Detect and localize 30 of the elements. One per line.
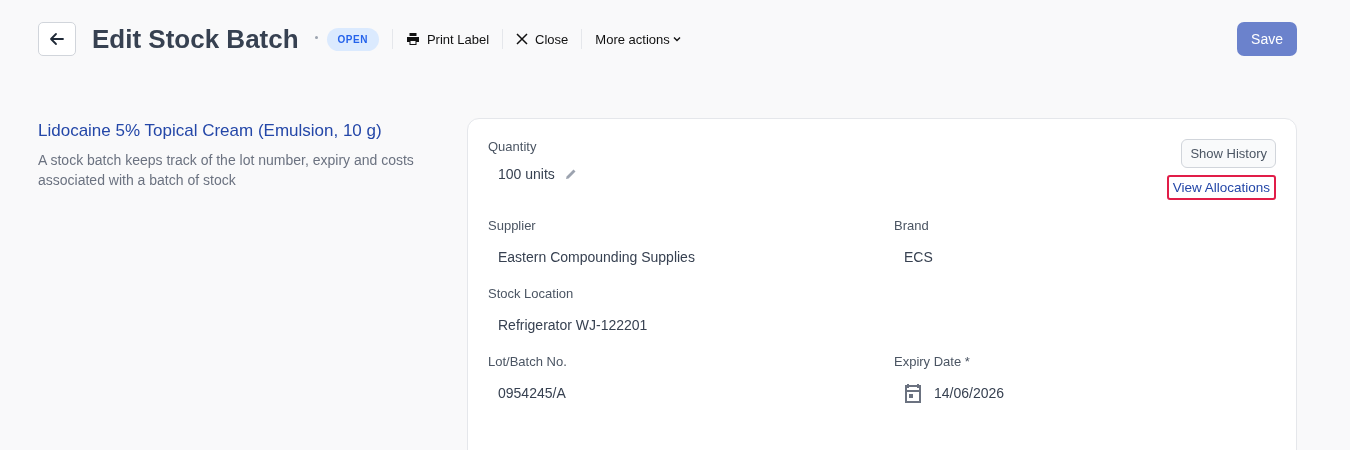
field-value: 14/06/2026 (934, 385, 1005, 401)
field-value: Eastern Compounding Supplies (498, 249, 695, 265)
product-name: Lidocaine 5% Topical Cream (Emulsion, 10 g) (38, 121, 383, 141)
status-badge: OPEN (326, 27, 379, 51)
field-label: Expiry Date * (894, 354, 971, 369)
view-allocations-link[interactable]: View Allocations (1166, 175, 1276, 200)
pencil-icon[interactable] (564, 168, 577, 180)
field-value: ECS (904, 249, 933, 265)
field-value: 0954245/A (498, 385, 566, 401)
chevron-down-icon (672, 36, 681, 42)
field-label: Brand (894, 218, 930, 233)
save-button[interactable]: Save (1237, 22, 1297, 56)
field-label: Stock Location (488, 286, 575, 301)
printer-icon (405, 32, 420, 46)
quantity-value: 100 units (498, 166, 555, 182)
page-title: Edit Stock Batch (92, 23, 299, 55)
field-label: Lot/Batch No. (488, 354, 568, 369)
calendar-icon[interactable] (904, 383, 922, 403)
field-value: Refrigerator WJ-122201 (498, 317, 648, 333)
back-arrow-icon (48, 30, 66, 48)
field-label: Supplier (488, 218, 537, 233)
show-history-button[interactable]: Show History (1181, 139, 1276, 168)
close-icon (516, 33, 529, 45)
description: A stock batch keeps track of the lot number, expiry and costs associated with a batch of stock (38, 151, 415, 190)
dot-icon (314, 36, 318, 39)
print-label-button[interactable]: Print Label (405, 31, 490, 47)
field-label: Quantity (488, 139, 538, 154)
close-button[interactable]: Close (516, 31, 569, 47)
back-button[interactable] (38, 22, 76, 56)
more-actions-button[interactable]: More actions (595, 31, 681, 47)
